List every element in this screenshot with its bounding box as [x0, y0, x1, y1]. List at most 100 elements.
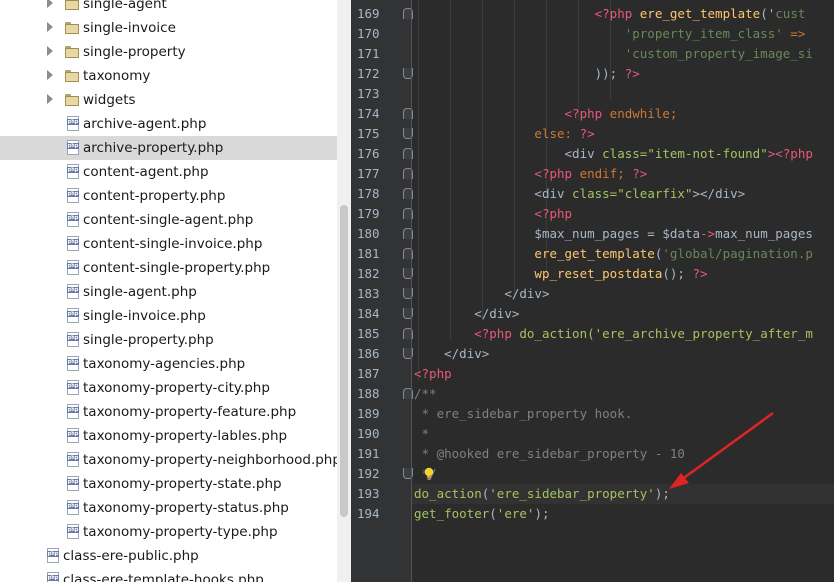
php-file-icon: php — [67, 236, 79, 251]
tree-file-taxonomy-property-city-php[interactable]: php taxonomy-property-city.php — [0, 376, 337, 400]
code-line-169[interactable]: <?php ere_get_template('cust — [414, 4, 834, 24]
code-text: : — [564, 126, 580, 141]
line-number: 191 — [357, 446, 380, 461]
code-line-194[interactable]: get_footer('ere'); — [414, 504, 834, 524]
code-line-184[interactable]: </div> — [414, 304, 834, 324]
lightbulb-icon[interactable] — [423, 467, 435, 481]
expand-arrow-icon[interactable] — [47, 46, 53, 56]
tree-folder-single-property[interactable]: single-property — [0, 40, 337, 64]
php-file-icon-tag: php — [67, 143, 79, 149]
tree-scrollbar-thumb[interactable] — [340, 205, 348, 517]
operator: -> — [700, 226, 716, 241]
tree-folder-single-agent[interactable]: single-agent — [0, 0, 337, 16]
code-line-183[interactable]: </div> — [414, 284, 834, 304]
tree-file-single-invoice-php[interactable]: php single-invoice.php — [0, 304, 337, 328]
tree-file-archive-agent-php[interactable]: php archive-agent.php — [0, 112, 337, 136]
code-line-193-current[interactable]: do_action('ere_sidebar_property'); — [412, 484, 834, 504]
code-line-192[interactable]: */ — [414, 464, 834, 484]
tree-item-label: taxonomy-property-type.php — [83, 524, 278, 540]
php-file-icon: php — [67, 356, 79, 371]
function-name: do_action — [519, 326, 588, 341]
expand-arrow-icon[interactable] — [47, 70, 53, 80]
code-line-171[interactable]: 'custom_property_image_si — [414, 44, 834, 64]
php-file-icon-tag: php — [67, 383, 79, 389]
code-line-172[interactable]: )); ?> — [414, 64, 834, 84]
tree-file-taxonomy-property-feature-php[interactable]: php taxonomy-property-feature.php — [0, 400, 337, 424]
gutter-line-172: 172 — [351, 64, 413, 84]
code-text: (' — [760, 6, 776, 21]
code-line-178[interactable]: <div class="clearfix"></div> — [414, 184, 834, 204]
gutter-line-171: 171 — [351, 44, 411, 64]
code-line-191[interactable]: * @hooked ere_sidebar_property - 10 — [414, 444, 834, 464]
folder-icon — [65, 94, 79, 106]
code-line-176[interactable]: <div class="item-not-found"><?php — [414, 144, 834, 164]
code-line-188[interactable]: /** — [414, 384, 834, 404]
tree-file-class-ere-template-hooks-php[interactable]: php class-ere-template-hooks.php — [0, 568, 337, 582]
code-line-190[interactable]: * — [414, 424, 834, 444]
php-file-icon-tag: php — [67, 503, 79, 509]
tree-scrollbar[interactable] — [337, 0, 351, 582]
tree-file-taxonomy-property-neighborhood-php[interactable]: php taxonomy-property-neighborhood.php — [0, 448, 337, 472]
code-line-173[interactable] — [414, 84, 834, 104]
code-line-185[interactable]: <?php do_action('ere_archive_property_af… — [414, 324, 834, 344]
code-text: > — [511, 306, 520, 321]
tree-folder-taxonomy[interactable]: taxonomy — [0, 64, 337, 88]
tree-file-content-agent-php[interactable]: php content-agent.php — [0, 160, 337, 184]
code-line-181[interactable]: ere_get_template('global/pagination.p — [414, 244, 834, 264]
code-line-174[interactable]: <?php endwhile; — [414, 104, 834, 124]
tree-file-taxonomy-agencies-php[interactable]: php taxonomy-agencies.php — [0, 352, 337, 376]
project-tree: single-agent single-invoice single-propert… — [0, 0, 337, 582]
tree-file-taxonomy-property-status-php[interactable]: php taxonomy-property-status.php — [0, 496, 337, 520]
tree-file-class-ere-public-php[interactable]: php class-ere-public.php — [0, 544, 337, 568]
gutter-line-177: 177 — [351, 164, 413, 184]
tree-item-label: taxonomy-property-neighborhood.php — [83, 452, 337, 468]
tree-file-taxonomy-property-state-php[interactable]: php taxonomy-property-state.php — [0, 472, 337, 496]
tree-file-taxonomy-property-type-php[interactable]: php taxonomy-property-type.php — [0, 520, 337, 544]
code-line-186[interactable]: </div> — [414, 344, 834, 364]
code-editor[interactable]: 169 170 171 172 173 174 175 176 177 178 179 180 181 1… — [351, 0, 834, 582]
string: 'global/pagination.p — [662, 246, 813, 261]
doc-comment: * ere_sidebar_property hook. — [414, 406, 633, 421]
doc-comment: * @hooked ere_sidebar_property - 10 — [414, 446, 685, 461]
tree-file-taxonomy-property-lables-php[interactable]: php taxonomy-property-lables.php — [0, 424, 337, 448]
tree-file-content-single-property-php[interactable]: php content-single-property.php — [0, 256, 337, 280]
gutter-line-182: 182 — [351, 264, 413, 284]
gutter-line-183: 183 — [351, 284, 413, 304]
gutter-line-188: 188 — [351, 384, 413, 404]
line-number: 174 — [357, 106, 380, 121]
tree-folder-single-invoice[interactable]: single-invoice — [0, 16, 337, 40]
code-line-170[interactable]: 'property_item_class' => — [414, 24, 834, 44]
line-number: 173 — [357, 86, 380, 101]
keyword: endif — [579, 166, 618, 181]
tree-item-label: archive-property.php — [83, 140, 224, 156]
tree-file-content-single-invoice-php[interactable]: php content-single-invoice.php — [0, 232, 337, 256]
line-number: 187 — [357, 366, 380, 381]
code-line-177[interactable]: <?php endif; ?> — [414, 164, 834, 184]
tree-item-label: class-ere-public.php — [63, 548, 199, 564]
code-line-175[interactable]: else: ?> — [414, 124, 834, 144]
code-line-179[interactable]: <?php — [414, 204, 834, 224]
expand-arrow-icon[interactable] — [47, 94, 53, 104]
expand-arrow-icon[interactable] — [47, 0, 53, 8]
code-line-182[interactable]: wp_reset_postdata(); ?> — [414, 264, 834, 284]
folder-icon — [65, 46, 79, 58]
expand-arrow-icon[interactable] — [47, 22, 53, 32]
tree-folder-widgets[interactable]: widgets — [0, 88, 337, 112]
line-number: 182 — [357, 266, 380, 281]
tree-file-single-agent-php[interactable]: php single-agent.php — [0, 280, 337, 304]
code-line-187[interactable]: <?php — [414, 364, 834, 384]
keyword: else — [534, 126, 565, 141]
tree-file-single-property-php[interactable]: php single-property.php — [0, 328, 337, 352]
html-tag-name: div — [541, 186, 565, 201]
tree-file-content-single-agent-php[interactable]: php content-single-agent.php — [0, 208, 337, 232]
code-text: > — [541, 286, 550, 301]
php-file-icon-tag: php — [67, 263, 79, 269]
code-line-180[interactable]: $max_num_pages = $data->max_num_pages — [414, 224, 834, 244]
tree-item-label: single-property — [83, 44, 186, 60]
line-number: 177 — [357, 166, 380, 181]
doc-comment: * — [414, 426, 430, 441]
tree-file-archive-property-php[interactable]: php archive-property.php — [0, 136, 337, 160]
code-line-189[interactable]: * ere_sidebar_property hook. — [414, 404, 834, 424]
php-open-tag: <?php — [564, 106, 610, 121]
tree-file-content-property-php[interactable]: php content-property.php — [0, 184, 337, 208]
